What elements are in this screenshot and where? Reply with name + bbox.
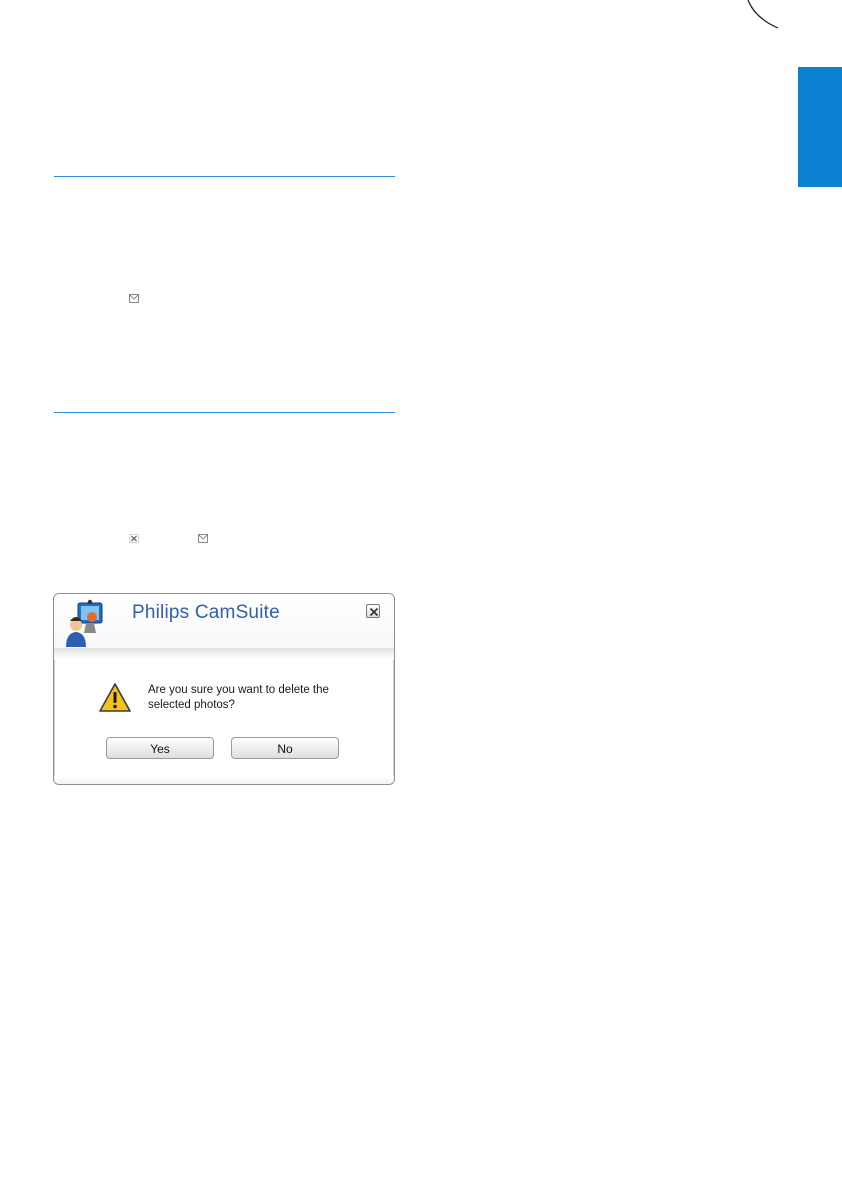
envelope-icon (129, 294, 139, 303)
dialog-title: Philips CamSuite (132, 602, 280, 623)
section-rule-1 (54, 176, 395, 177)
warning-icon (99, 683, 131, 712)
language-tab (798, 67, 842, 187)
yes-button[interactable]: Yes (106, 737, 214, 759)
dialog-message-line1: Are you sure you want to delete the (148, 684, 329, 696)
delete-icon (129, 534, 139, 543)
close-button[interactable] (366, 604, 380, 618)
dialog-message: Are you sure you want to delete the sele… (148, 683, 368, 713)
close-icon (369, 607, 379, 617)
camsuite-logo-icon (66, 599, 103, 647)
no-button[interactable]: No (231, 737, 339, 759)
page-edge-curve (747, 0, 779, 29)
dialog-message-line2: selected photos? (148, 699, 235, 711)
dialog-footer (54, 776, 394, 784)
section-rule-2 (54, 412, 395, 413)
delete-confirm-dialog: Philips CamSuite Are you sure you want t… (53, 593, 395, 785)
envelope-icon (198, 534, 208, 543)
